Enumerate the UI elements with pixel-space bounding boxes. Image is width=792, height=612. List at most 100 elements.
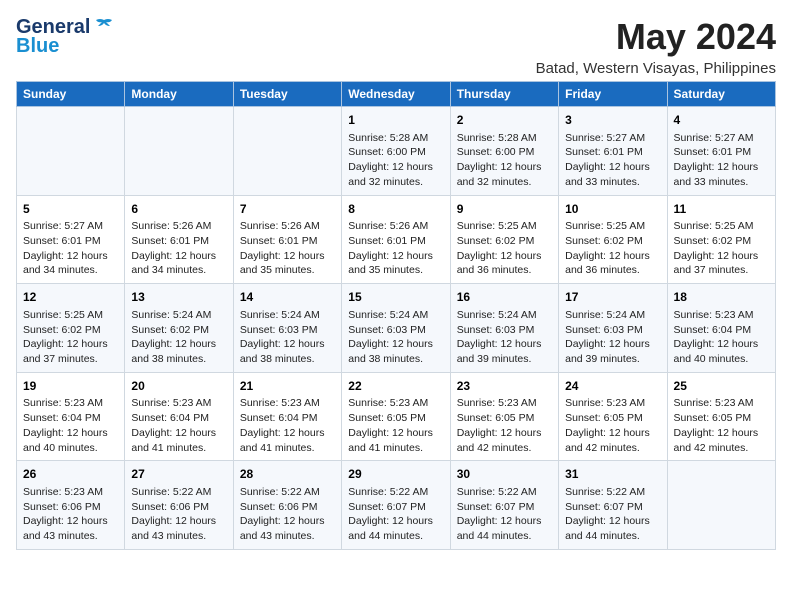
day-number: 2	[457, 112, 552, 129]
calendar-cell: 19Sunrise: 5:23 AMSunset: 6:04 PMDayligh…	[17, 372, 125, 461]
day-number: 7	[240, 201, 335, 218]
calendar-cell: 2 Sunrise: 5:28 AMSunset: 6:00 PMDaylight…	[450, 107, 558, 196]
calendar-header: SundayMondayTuesdayWednesdayThursdayFrid…	[17, 82, 776, 107]
day-number: 13	[131, 289, 226, 306]
day-number: 9	[457, 201, 552, 218]
day-number: 26	[23, 466, 118, 483]
cell-info: Sunrise: 5:25 AMSunset: 6:02 PMDaylight:…	[565, 219, 660, 278]
cell-info: Sunrise: 5:22 AMSunset: 6:06 PMDaylight:…	[131, 485, 226, 544]
calendar-cell	[233, 107, 341, 196]
calendar-cell: 1Sunrise: 5:28 AMSunset: 6:00 PMDaylight…	[342, 107, 450, 196]
cell-info: Sunrise: 5:24 AMSunset: 6:03 PMDaylight:…	[457, 308, 552, 367]
cell-info: Sunrise: 5:24 AMSunset: 6:03 PMDaylight:…	[240, 308, 335, 367]
cell-info: Sunrise: 5:23 AMSunset: 6:05 PMDaylight:…	[348, 396, 443, 455]
calendar-cell: 10Sunrise: 5:25 AMSunset: 6:02 PMDayligh…	[559, 195, 667, 284]
calendar-row-3: 19Sunrise: 5:23 AMSunset: 6:04 PMDayligh…	[17, 372, 776, 461]
calendar-row-1: 5Sunrise: 5:27 AMSunset: 6:01 PMDaylight…	[17, 195, 776, 284]
day-number: 11	[674, 201, 769, 218]
calendar-cell: 25Sunrise: 5:23 AMSunset: 6:05 PMDayligh…	[667, 372, 775, 461]
cell-info: Sunrise: 5:23 AMSunset: 6:05 PMDaylight:…	[457, 396, 552, 455]
day-number: 4	[674, 112, 769, 129]
calendar-cell: 16Sunrise: 5:24 AMSunset: 6:03 PMDayligh…	[450, 284, 558, 373]
day-number: 30	[457, 466, 552, 483]
cell-info: Sunrise: 5:26 AMSunset: 6:01 PMDaylight:…	[131, 219, 226, 278]
cell-info: Sunrise: 5:23 AMSunset: 6:04 PMDaylight:…	[131, 396, 226, 455]
calendar-cell: 20Sunrise: 5:23 AMSunset: 6:04 PMDayligh…	[125, 372, 233, 461]
cell-info: Sunrise: 5:25 AMSunset: 6:02 PMDaylight:…	[674, 219, 769, 278]
calendar-row-2: 12 Sunrise: 5:25 AMSunset: 6:02 PMDayligh…	[17, 284, 776, 373]
cell-info: Sunrise: 5:27 AMSunset: 6:01 PMDaylight:…	[674, 131, 769, 190]
column-header-saturday: Saturday	[667, 82, 775, 107]
cell-info: Sunrise: 5:23 AMSunset: 6:04 PMDaylight:…	[240, 396, 335, 455]
day-number: 25	[674, 378, 769, 395]
cell-info: Sunrise: 5:23 AMSunset: 6:05 PMDaylight:…	[674, 396, 769, 455]
day-number: 24	[565, 378, 660, 395]
day-number: 17	[565, 289, 660, 306]
calendar-cell: 18 Sunrise: 5:23 AMSunset: 6:04 PMDayligh…	[667, 284, 775, 373]
calendar-cell: 24Sunrise: 5:23 AMSunset: 6:05 PMDayligh…	[559, 372, 667, 461]
cell-info: Sunrise: 5:27 AMSunset: 6:01 PMDaylight:…	[23, 219, 118, 278]
column-header-friday: Friday	[559, 82, 667, 107]
logo: General Blue	[16, 16, 114, 58]
cell-info: Sunrise: 5:23 AMSunset: 6:06 PMDaylight:…	[23, 485, 118, 544]
calendar-row-4: 26 Sunrise: 5:23 AMSunset: 6:06 PMDayligh…	[17, 461, 776, 550]
cell-info: Sunrise: 5:27 AMSunset: 6:01 PMDaylight:…	[565, 131, 660, 190]
calendar-cell: 31Sunrise: 5:22 AMSunset: 6:07 PMDayligh…	[559, 461, 667, 550]
calendar-cell: 15Sunrise: 5:24 AMSunset: 6:03 PMDayligh…	[342, 284, 450, 373]
cell-info: Sunrise: 5:24 AMSunset: 6:03 PMDaylight:…	[565, 308, 660, 367]
cell-info: Sunrise: 5:26 AMSunset: 6:01 PMDaylight:…	[348, 219, 443, 278]
title-block: May 2024 Batad, Western Visayas, Philipp…	[536, 16, 776, 77]
calendar-cell: 14Sunrise: 5:24 AMSunset: 6:03 PMDayligh…	[233, 284, 341, 373]
calendar-cell: 22Sunrise: 5:23 AMSunset: 6:05 PMDayligh…	[342, 372, 450, 461]
cell-info: Sunrise: 5:28 AMSunset: 6:00 PMDaylight:…	[457, 131, 552, 190]
column-header-monday: Monday	[125, 82, 233, 107]
day-number: 8	[348, 201, 443, 218]
subtitle: Batad, Western Visayas, Philippines	[536, 60, 776, 77]
calendar-cell	[667, 461, 775, 550]
main-title: May 2024	[536, 16, 776, 58]
header-row: SundayMondayTuesdayWednesdayThursdayFrid…	[17, 82, 776, 107]
calendar-body: 1Sunrise: 5:28 AMSunset: 6:00 PMDaylight…	[17, 107, 776, 550]
calendar-cell: 5Sunrise: 5:27 AMSunset: 6:01 PMDaylight…	[17, 195, 125, 284]
cell-info: Sunrise: 5:22 AMSunset: 6:06 PMDaylight:…	[240, 485, 335, 544]
calendar-table: SundayMondayTuesdayWednesdayThursdayFrid…	[16, 81, 776, 550]
column-header-tuesday: Tuesday	[233, 82, 341, 107]
calendar-row-0: 1Sunrise: 5:28 AMSunset: 6:00 PMDaylight…	[17, 107, 776, 196]
calendar-cell: 27 Sunrise: 5:22 AMSunset: 6:06 PMDayligh…	[125, 461, 233, 550]
cell-info: Sunrise: 5:22 AMSunset: 6:07 PMDaylight:…	[348, 485, 443, 544]
day-number: 12	[23, 289, 118, 306]
cell-info: Sunrise: 5:23 AMSunset: 6:04 PMDaylight:…	[23, 396, 118, 455]
day-number: 6	[131, 201, 226, 218]
cell-info: Sunrise: 5:25 AMSunset: 6:02 PMDaylight:…	[457, 219, 552, 278]
day-number: 22	[348, 378, 443, 395]
calendar-cell	[17, 107, 125, 196]
calendar-cell: 4 Sunrise: 5:27 AMSunset: 6:01 PMDaylight…	[667, 107, 775, 196]
calendar-cell: 7Sunrise: 5:26 AMSunset: 6:01 PMDaylight…	[233, 195, 341, 284]
cell-info: Sunrise: 5:25 AMSunset: 6:02 PMDaylight:…	[23, 308, 118, 367]
day-number: 29	[348, 466, 443, 483]
day-number: 20	[131, 378, 226, 395]
calendar-cell	[125, 107, 233, 196]
cell-info: Sunrise: 5:23 AMSunset: 6:05 PMDaylight:…	[565, 396, 660, 455]
calendar-cell: 29 Sunrise: 5:22 AMSunset: 6:07 PMDayligh…	[342, 461, 450, 550]
calendar-cell: 30 Sunrise: 5:22 AMSunset: 6:07 PMDayligh…	[450, 461, 558, 550]
cell-info: Sunrise: 5:22 AMSunset: 6:07 PMDaylight:…	[565, 485, 660, 544]
calendar-cell: 3 Sunrise: 5:27 AMSunset: 6:01 PMDaylight…	[559, 107, 667, 196]
calendar-cell: 26 Sunrise: 5:23 AMSunset: 6:06 PMDayligh…	[17, 461, 125, 550]
calendar-cell: 21Sunrise: 5:23 AMSunset: 6:04 PMDayligh…	[233, 372, 341, 461]
page-header: General Blue May 2024 Batad, Western Vis…	[16, 16, 776, 77]
day-number: 15	[348, 289, 443, 306]
day-number: 18	[674, 289, 769, 306]
logo-blue-text: Blue	[16, 35, 59, 58]
column-header-thursday: Thursday	[450, 82, 558, 107]
day-number: 19	[23, 378, 118, 395]
day-number: 5	[23, 201, 118, 218]
cell-info: Sunrise: 5:24 AMSunset: 6:02 PMDaylight:…	[131, 308, 226, 367]
cell-info: Sunrise: 5:26 AMSunset: 6:01 PMDaylight:…	[240, 219, 335, 278]
day-number: 3	[565, 112, 660, 129]
day-number: 21	[240, 378, 335, 395]
cell-info: Sunrise: 5:22 AMSunset: 6:07 PMDaylight:…	[457, 485, 552, 544]
cell-info: Sunrise: 5:23 AMSunset: 6:04 PMDaylight:…	[674, 308, 769, 367]
calendar-cell: 11Sunrise: 5:25 AMSunset: 6:02 PMDayligh…	[667, 195, 775, 284]
day-number: 27	[131, 466, 226, 483]
